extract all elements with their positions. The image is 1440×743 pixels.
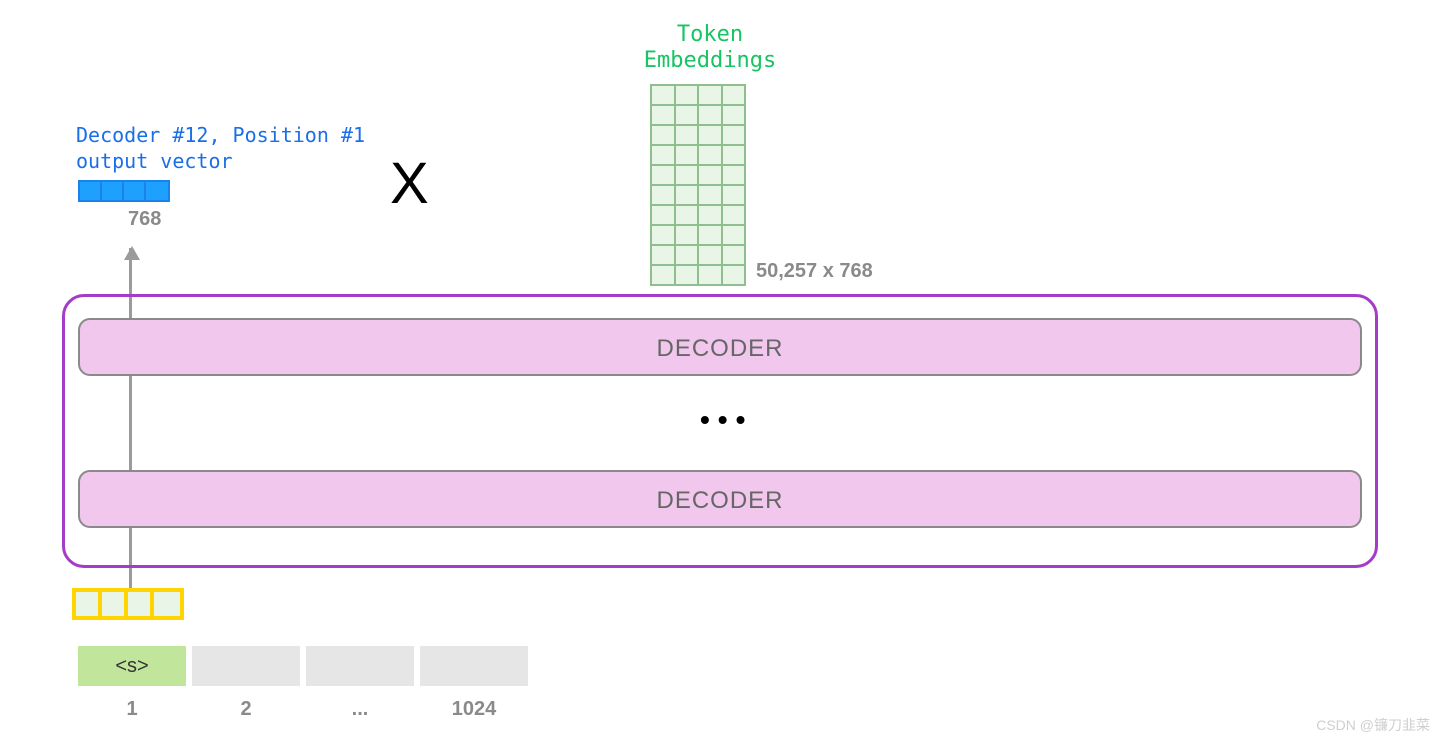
embedding-matrix (650, 84, 746, 286)
output-vector-label: Decoder #12, Position #1 output vector (76, 122, 365, 174)
input-vector-cell (102, 592, 128, 616)
embedding-cell (651, 205, 675, 225)
embedding-cell (722, 245, 746, 265)
token-slot: <s> (78, 646, 186, 686)
decoder-block-top: DECODER (78, 318, 1362, 376)
embedding-cell (698, 125, 722, 145)
embedding-cell (675, 185, 699, 205)
embedding-dims-label: 50,257 x 768 (756, 260, 873, 283)
embedding-cell (651, 225, 675, 245)
embedding-cell (722, 145, 746, 165)
output-vector-cell (102, 182, 124, 200)
embedding-cell (698, 165, 722, 185)
output-vector-cell (146, 182, 168, 200)
emb-title-l1: Token (677, 22, 743, 47)
watermark: CSDN @镰刀韭菜 (1316, 715, 1430, 735)
position-label: ... (306, 698, 414, 721)
embedding-cell (675, 145, 699, 165)
embedding-cell (698, 265, 722, 285)
ellipsis-icon: ••• (700, 404, 753, 436)
embedding-cell (675, 225, 699, 245)
position-row: 12... 1024 (78, 698, 528, 721)
embedding-cell (722, 205, 746, 225)
embedding-cell (722, 105, 746, 125)
position-label: 1 (78, 698, 186, 721)
token-embeddings-title: Token Embeddings (620, 22, 800, 75)
embedding-cell (698, 185, 722, 205)
input-vector-cell (76, 592, 102, 616)
embedding-cell (651, 105, 675, 125)
multiply-icon: X (390, 150, 429, 217)
token-slot (420, 646, 528, 686)
embedding-cell (651, 145, 675, 165)
embedding-cell (675, 265, 699, 285)
output-vector-dim: 768 (128, 208, 161, 231)
embedding-cell (675, 125, 699, 145)
output-vector-cell (124, 182, 146, 200)
position-label: 2 (192, 698, 300, 721)
decoder-block-bottom: DECODER (78, 470, 1362, 528)
output-vector-cell (80, 182, 102, 200)
embedding-cell (675, 105, 699, 125)
embedding-cell (722, 85, 746, 105)
token-slot (306, 646, 414, 686)
input-vector-cell (154, 592, 180, 616)
outvec-l1: Decoder #12, Position #1 (76, 123, 365, 147)
embedding-cell (722, 225, 746, 245)
embedding-cell (651, 265, 675, 285)
embedding-cell (722, 265, 746, 285)
embedding-cell (651, 85, 675, 105)
embedding-cell (698, 85, 722, 105)
token-row: <s> (78, 646, 528, 686)
emb-title-l2: Embeddings (644, 48, 776, 73)
embedding-cell (651, 185, 675, 205)
embedding-cell (722, 125, 746, 145)
embedding-cell (675, 205, 699, 225)
embedding-cell (698, 145, 722, 165)
output-vector (78, 180, 170, 202)
embedding-cell (722, 185, 746, 205)
embedding-cell (651, 125, 675, 145)
embedding-cell (651, 165, 675, 185)
embedding-cell (651, 245, 675, 265)
embedding-cell (698, 205, 722, 225)
embedding-cell (675, 85, 699, 105)
embedding-cell (698, 245, 722, 265)
embedding-cell (675, 165, 699, 185)
input-embedding-vector (72, 588, 184, 620)
embedding-cell (698, 225, 722, 245)
position-label: 1024 (420, 698, 528, 721)
embedding-cell (675, 245, 699, 265)
embedding-cell (722, 165, 746, 185)
embedding-cell (698, 105, 722, 125)
input-vector-cell (128, 592, 154, 616)
token-slot (192, 646, 300, 686)
outvec-l2: output vector (76, 149, 233, 173)
